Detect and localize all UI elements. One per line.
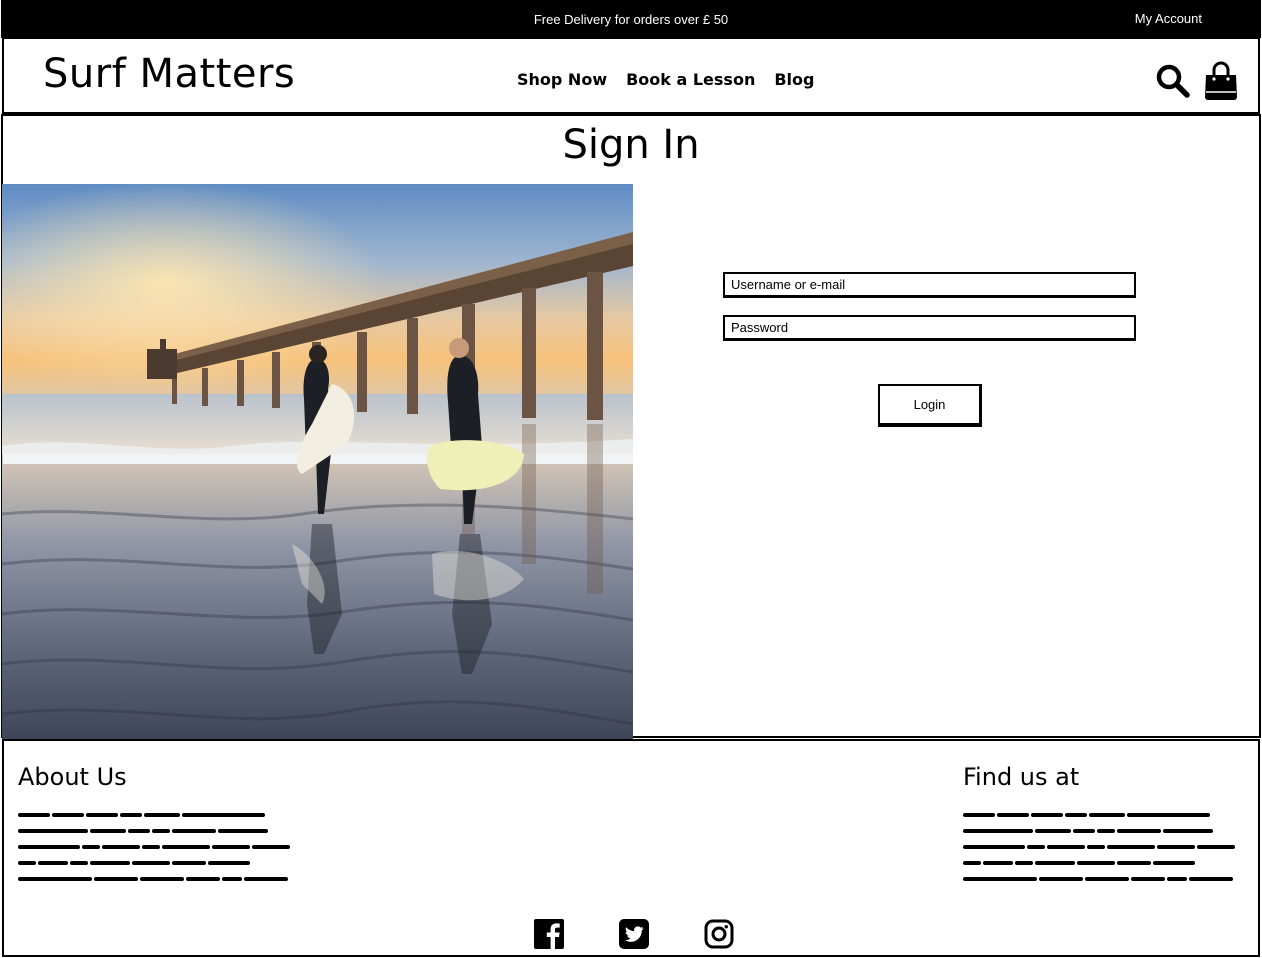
- site-footer: About Us Find us at: [2, 739, 1260, 957]
- about-us-placeholder-text: [18, 813, 290, 881]
- password-input[interactable]: [723, 315, 1136, 341]
- login-button[interactable]: Login: [878, 384, 982, 427]
- nav-blog[interactable]: Blog: [774, 70, 814, 89]
- twitter-icon[interactable]: [618, 918, 650, 950]
- site-header: Surf Matters Shop Now Book a Lesson Blog: [2, 37, 1260, 114]
- find-us-placeholder-text: [963, 813, 1235, 881]
- page-title: Sign In: [562, 122, 700, 168]
- find-us-heading: Find us at: [963, 763, 1080, 791]
- facebook-icon[interactable]: [533, 918, 565, 950]
- surfers-pier-photo: [2, 184, 633, 739]
- shopping-bag-icon[interactable]: [1203, 61, 1239, 101]
- username-input[interactable]: [723, 272, 1136, 298]
- nav-book-a-lesson[interactable]: Book a Lesson: [626, 70, 755, 89]
- free-delivery-text: Free Delivery for orders over £ 50: [533, 12, 729, 27]
- about-us-heading: About Us: [18, 763, 127, 791]
- my-account-link[interactable]: My Account: [1135, 11, 1202, 26]
- promo-bar: Free Delivery for orders over £ 50 My Ac…: [1, 0, 1261, 38]
- sign-in-section: Sign In Username or e-mail Login: [1, 114, 1261, 739]
- site-logo[interactable]: Surf Matters: [43, 51, 295, 97]
- search-icon[interactable]: [1155, 63, 1191, 99]
- main-nav: Shop Now Book a Lesson Blog: [517, 70, 814, 89]
- instagram-icon[interactable]: [703, 918, 735, 950]
- nav-shop-now[interactable]: Shop Now: [517, 70, 607, 89]
